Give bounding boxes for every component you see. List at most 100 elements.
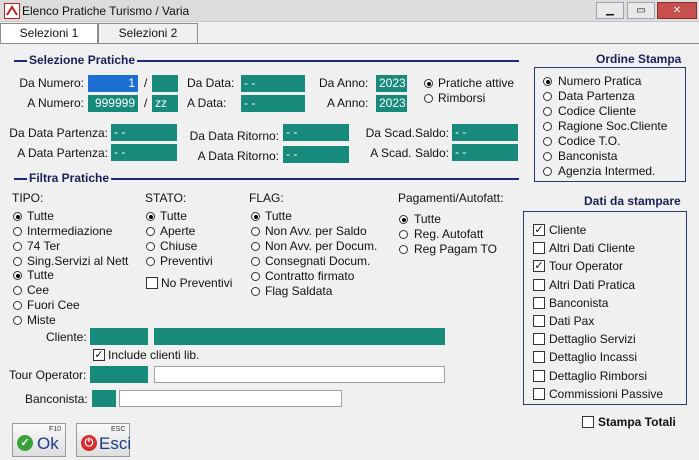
stato-radio-tutte[interactable] [146,212,155,221]
stato-radio-aperte[interactable] [146,227,155,236]
flag-radio-consegnati[interactable] [251,257,260,266]
section-title-selezione: Selezione Pratiche [27,53,138,67]
area-radio-fuori-cee[interactable] [13,301,22,310]
tipo-radio-tutte[interactable] [13,212,22,221]
pagamenti-radio-tutte[interactable] [399,215,408,224]
dati-checkbox-5[interactable] [533,315,545,327]
dati-checkbox-6[interactable] [533,333,545,346]
stato-radio-preventivi[interactable] [146,257,155,266]
da-anno-field[interactable]: 2023 [376,75,407,92]
no-preventivi-label: No Preventivi [161,276,233,290]
da-data-partenza-field[interactable]: - - [111,124,177,141]
ordine-option-label: Ragione Soc.Cliente [558,119,668,133]
flag-radio-non-avv-docum[interactable] [251,242,260,251]
stampa-totali-checkbox[interactable] [582,416,594,428]
dati-checkbox-3[interactable] [533,278,545,291]
da-data-ritorno-field[interactable]: - - [283,124,349,141]
a-numero-field[interactable]: 999999 [88,95,138,112]
banconista-name-field[interactable] [119,390,342,407]
dati-option-label: Dati Pax [549,314,595,328]
banconista-code-field[interactable] [92,390,116,407]
dati-option-label: Dettaglio Rimborsi [549,368,648,383]
tour-operator-code-field[interactable] [90,366,148,383]
ordine-radio-codice-to[interactable] [543,137,552,146]
tab-selezioni-2[interactable]: Selezioni 2 [98,23,198,43]
rimborsi-label: Rimborsi [438,91,486,105]
a-scad-saldo-field[interactable]: - - [452,144,518,161]
a-data-field[interactable]: - - [241,95,305,112]
a-numero-suffix-field[interactable]: zz [152,95,178,112]
dati-option-label: Altri Dati Pratica [549,277,636,292]
tipo-option-label: Tutte [27,209,54,223]
tour-operator-name-field[interactable] [154,366,445,383]
close-icon: ✕ [672,5,682,16]
flag-option-label: Contratto firmato [265,269,355,283]
dati-checkbox-2[interactable]: ✓ [533,260,545,273]
pagamenti-radio-autofatt[interactable] [399,230,408,239]
dati-option-label: Banconista [549,295,609,310]
minimize-icon: ▁ [606,5,614,16]
rimborsi-radio[interactable] [424,94,433,103]
tipo-radio-sing-servizi[interactable] [13,257,22,266]
flag-radio-contratto[interactable] [251,272,260,281]
ordine-option-label: Agenzia Intermed. [558,164,656,178]
pratiche-attive-radio[interactable] [424,79,433,88]
ordine-option-label: Codice Cliente [558,104,637,118]
cliente-name-field[interactable] [154,328,445,345]
tipo-radio-intermediazione[interactable] [13,227,22,236]
window-title: Elenco Pratiche Turismo / Varia [22,4,190,18]
flag-radio-saldata[interactable] [251,287,260,296]
dati-checkbox-9[interactable] [533,387,545,400]
stato-option-label: Chiuse [160,239,198,253]
esci-button[interactable]: ESC ⏻ Esci [76,423,132,457]
a-data-partenza-field[interactable]: - - [111,144,177,161]
esci-label: Esci [99,434,132,453]
minimize-button[interactable]: ▁ [596,2,624,19]
tipo-radio-74ter[interactable] [13,242,22,251]
tipo-option-label: 74 Ter [27,239,61,253]
a-data-partenza-label: A Data Partenza: [17,146,108,160]
pagamenti-radio-pagam-to[interactable] [399,245,408,254]
a-data-ritorno-label: A Data Ritorno: [197,149,279,163]
a-anno-field[interactable]: 2023 [376,95,407,112]
slash-label: / [144,76,148,90]
ordine-radio-banconista[interactable] [543,152,552,161]
slash-label: / [144,96,148,110]
dati-checkbox-0[interactable]: ✓ [533,224,545,236]
ordine-radio-agenzia[interactable] [543,167,552,176]
include-clienti-checkbox[interactable]: ✓ [93,349,105,361]
flag-radio-non-avv-saldo[interactable] [251,227,260,236]
area-radio-miste[interactable] [13,316,22,325]
area-radio-tutte[interactable] [13,271,22,280]
dati-option-label: Cliente [549,223,587,237]
ordine-radio-ragione-soc[interactable] [543,122,552,131]
ordine-radio-data-partenza[interactable] [543,92,552,101]
ordine-stampa-title: Ordine Stampa [596,52,682,66]
ok-button[interactable]: F10 ✓ Ok [12,423,66,457]
maximize-button[interactable]: ▭ [627,2,655,19]
check-icon: ✓ [94,349,104,361]
dati-checkbox-4[interactable] [533,296,545,309]
dati-checkbox-7[interactable] [533,351,545,364]
flag-radio-tutte[interactable] [251,212,260,221]
close-button[interactable]: ✕ [657,2,697,19]
cliente-label: Cliente: [46,330,87,344]
da-data-field[interactable]: - - [241,75,305,92]
dati-checkbox-8[interactable] [533,369,545,382]
a-data-ritorno-field[interactable]: - - [283,146,349,163]
stato-label: STATO: [145,191,187,205]
ordine-radio-numero-pratica[interactable] [543,77,552,86]
ok-hotkey: F10 [49,426,62,433]
area-radio-cee[interactable] [13,286,22,295]
da-numero-field[interactable]: 1 [88,75,138,92]
ordine-option-label: Numero Pratica [558,74,642,88]
cliente-code-field[interactable] [90,328,148,345]
da-scad-saldo-field[interactable]: - - [452,124,518,141]
dati-checkbox-1[interactable] [533,242,545,255]
tab-selezioni-1[interactable]: Selezioni 1 [0,23,98,43]
stato-radio-chiuse[interactable] [146,242,155,251]
tipo-label: TIPO: [12,191,44,205]
no-preventivi-checkbox[interactable] [146,277,158,289]
da-numero-suffix-field[interactable] [152,75,178,92]
ordine-radio-codice-cliente[interactable] [543,107,552,116]
